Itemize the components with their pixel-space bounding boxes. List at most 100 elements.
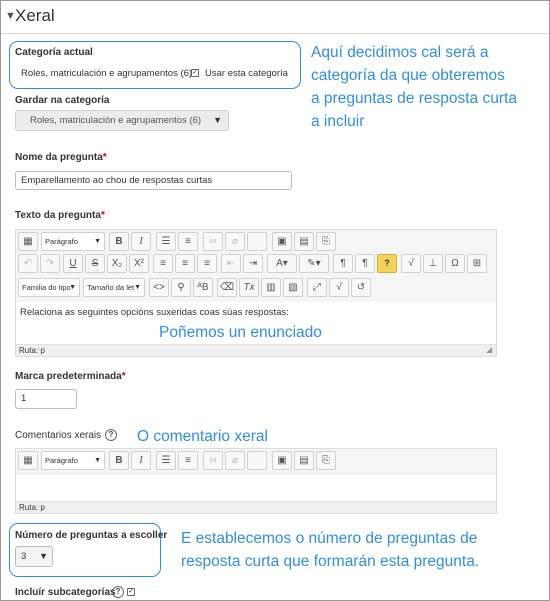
ordered-list-icon[interactable]: ≡ [178, 451, 198, 470]
category-label: Categoría actual [15, 47, 93, 58]
equation-icon[interactable]: √ [401, 254, 421, 273]
link-icon[interactable]: ∞ [203, 232, 223, 251]
section-header[interactable]: ▼ Xeral [1, 1, 549, 34]
save-category-label: Gardar na categoría [15, 95, 110, 106]
table-icon[interactable]: ⊞ [467, 254, 487, 273]
text-color-icon[interactable]: A▾ [267, 254, 297, 273]
align-left-icon[interactable]: ≡ [153, 254, 173, 273]
media-icon[interactable]: ▤ [294, 451, 314, 470]
recover-icon[interactable]: ↺ [351, 278, 371, 297]
superscript-icon[interactable]: X² [129, 254, 149, 273]
question-name-input[interactable]: Emparellamento ao chou de respostas curt… [15, 171, 292, 190]
unordered-list-icon[interactable]: ☰ [156, 232, 176, 251]
italic-icon[interactable]: I [131, 451, 151, 470]
align-center-icon[interactable]: ≡ [175, 254, 195, 273]
toolbar-toggle-icon[interactable]: ▦ [18, 451, 38, 470]
media-icon[interactable]: ▤ [294, 232, 314, 251]
spellcheck-icon[interactable]: √ [329, 278, 349, 297]
abbreviation-icon[interactable]: ᴬB [193, 278, 213, 297]
chevron-down-icon: ▼ [94, 457, 101, 464]
code-icon[interactable]: <> [149, 278, 169, 297]
chevron-down-icon: ▼ [94, 238, 101, 245]
bold-icon[interactable]: B [109, 232, 129, 251]
find-icon[interactable]: ⚲ [171, 278, 191, 297]
ordered-list-icon[interactable]: ≡ [178, 232, 198, 251]
rtl-icon[interactable]: ¶ [355, 254, 375, 273]
image-icon[interactable]: ▣ [272, 451, 292, 470]
strikethrough-icon[interactable]: S [85, 254, 105, 273]
font-size-label: Tamaño da let [87, 283, 135, 292]
clear-text-icon[interactable]: Tx [239, 278, 259, 297]
outdent-icon[interactable]: ⇤ [221, 254, 241, 273]
required-icon: * [102, 152, 107, 163]
number-note-line-1: E establecemos o número de preguntas de [181, 530, 478, 547]
unordered-list-icon[interactable]: ☰ [156, 451, 176, 470]
general-feedback-content[interactable] [16, 475, 496, 501]
save-category-select[interactable]: Roles, matriculación e agrupamentos (6) … [15, 110, 229, 131]
font-family-dropdown[interactable]: Familia do tipo ▼ [18, 278, 80, 297]
font-size-dropdown[interactable]: Tamaño da let ▼ [83, 278, 145, 297]
subscript-icon[interactable]: X₂ [107, 254, 127, 273]
help-icon[interactable]: ? [105, 429, 117, 441]
underline-icon[interactable]: U [63, 254, 83, 273]
question-name-label: Nome da pregunta* [15, 152, 107, 163]
omega-icon[interactable]: Ω [445, 254, 465, 273]
question-text-label: Texto da pregunta* [15, 210, 105, 221]
category-note-line-4: a incluir [311, 113, 365, 130]
checkbox-icon[interactable]: ✓ [127, 588, 135, 596]
default-mark-label-text: Marca predeterminada [15, 371, 122, 382]
question-text-label-text: Texto da pregunta [15, 210, 101, 221]
default-mark-label: Marca predeterminada* [15, 371, 126, 382]
include-subcategories-label: Incluír subcategorías [15, 587, 116, 598]
category-value: Roles, matriculación e agrupamentos (6) [21, 68, 193, 79]
blank-button[interactable] [247, 232, 267, 251]
paragraph-dropdown[interactable]: Parágrafo ▼ [41, 232, 105, 251]
fullscreen-icon[interactable]: ⤢ [307, 278, 327, 297]
toolbar-toggle-icon[interactable]: ▦ [18, 232, 38, 251]
number-note: E establecemos o número de preguntas de … [181, 527, 479, 573]
general-feedback-path: Ruta: p [16, 501, 496, 513]
general-feedback-path-value: Ruta: p [19, 503, 45, 512]
paste-text-icon[interactable]: ▥ [261, 278, 281, 297]
undo-icon[interactable]: ↶ [18, 254, 38, 273]
font-family-label: Familia do tipo [22, 283, 71, 292]
manage-files-icon[interactable]: ⎘ [316, 451, 336, 470]
blank-button[interactable] [247, 451, 267, 470]
category-note-line-3: a preguntas de resposta curta [311, 90, 517, 107]
question-text-path-value: Ruta: p [19, 346, 45, 355]
link-icon[interactable]: ∞ [203, 451, 223, 470]
num-questions-select[interactable]: 3 ▼ [15, 546, 53, 567]
general-feedback-label: Comentarios xerais [15, 430, 102, 441]
paragraph-dropdown[interactable]: Parágrafo ▼ [41, 451, 105, 470]
checkbox-icon[interactable]: ✓ [191, 69, 199, 77]
question-text-path: Ruta: p [16, 344, 496, 356]
redo-icon[interactable]: ↷ [40, 254, 60, 273]
bold-icon[interactable]: B [109, 451, 129, 470]
paste-word-icon[interactable]: ▧ [283, 278, 303, 297]
default-mark-value: 1 [21, 393, 27, 404]
help-icon[interactable]: ? [377, 254, 397, 273]
chevron-down-icon: ▼ [134, 284, 141, 291]
indent-icon[interactable]: ⇥ [243, 254, 263, 273]
unlink-icon[interactable]: ⌀ [225, 451, 245, 470]
italic-icon[interactable]: I [131, 232, 151, 251]
statement-note: Poñemos un enunciado [159, 324, 322, 341]
unlink-icon[interactable]: ⌀ [225, 232, 245, 251]
chevron-down-icon: ▼ [213, 115, 222, 125]
align-right-icon[interactable]: ≡ [197, 254, 217, 273]
clear-format-icon[interactable]: ⌫ [217, 278, 237, 297]
insert-char-icon[interactable]: ⊥ [423, 254, 443, 273]
background-color-icon[interactable]: ✎▾ [299, 254, 329, 273]
resize-handle-icon[interactable]: ◢ [486, 345, 492, 354]
category-note-line-1: Aquí decidimos cal será a [311, 44, 489, 61]
help-icon[interactable]: ? [112, 586, 124, 598]
page-frame: ▼ Xeral Categoría actual Roles, matricul… [0, 0, 550, 601]
manage-files-icon[interactable]: ⎘ [316, 232, 336, 251]
question-name-label-text: Nome da pregunta [15, 152, 103, 163]
ltr-icon[interactable]: ¶ [333, 254, 353, 273]
category-note-line-2: categoría da que obteremos [311, 67, 505, 84]
save-category-value: Roles, matriculación e agrupamentos (6) [30, 115, 202, 126]
image-icon[interactable]: ▣ [272, 232, 292, 251]
required-icon: * [121, 371, 126, 382]
default-mark-input[interactable]: 1 [15, 389, 77, 409]
